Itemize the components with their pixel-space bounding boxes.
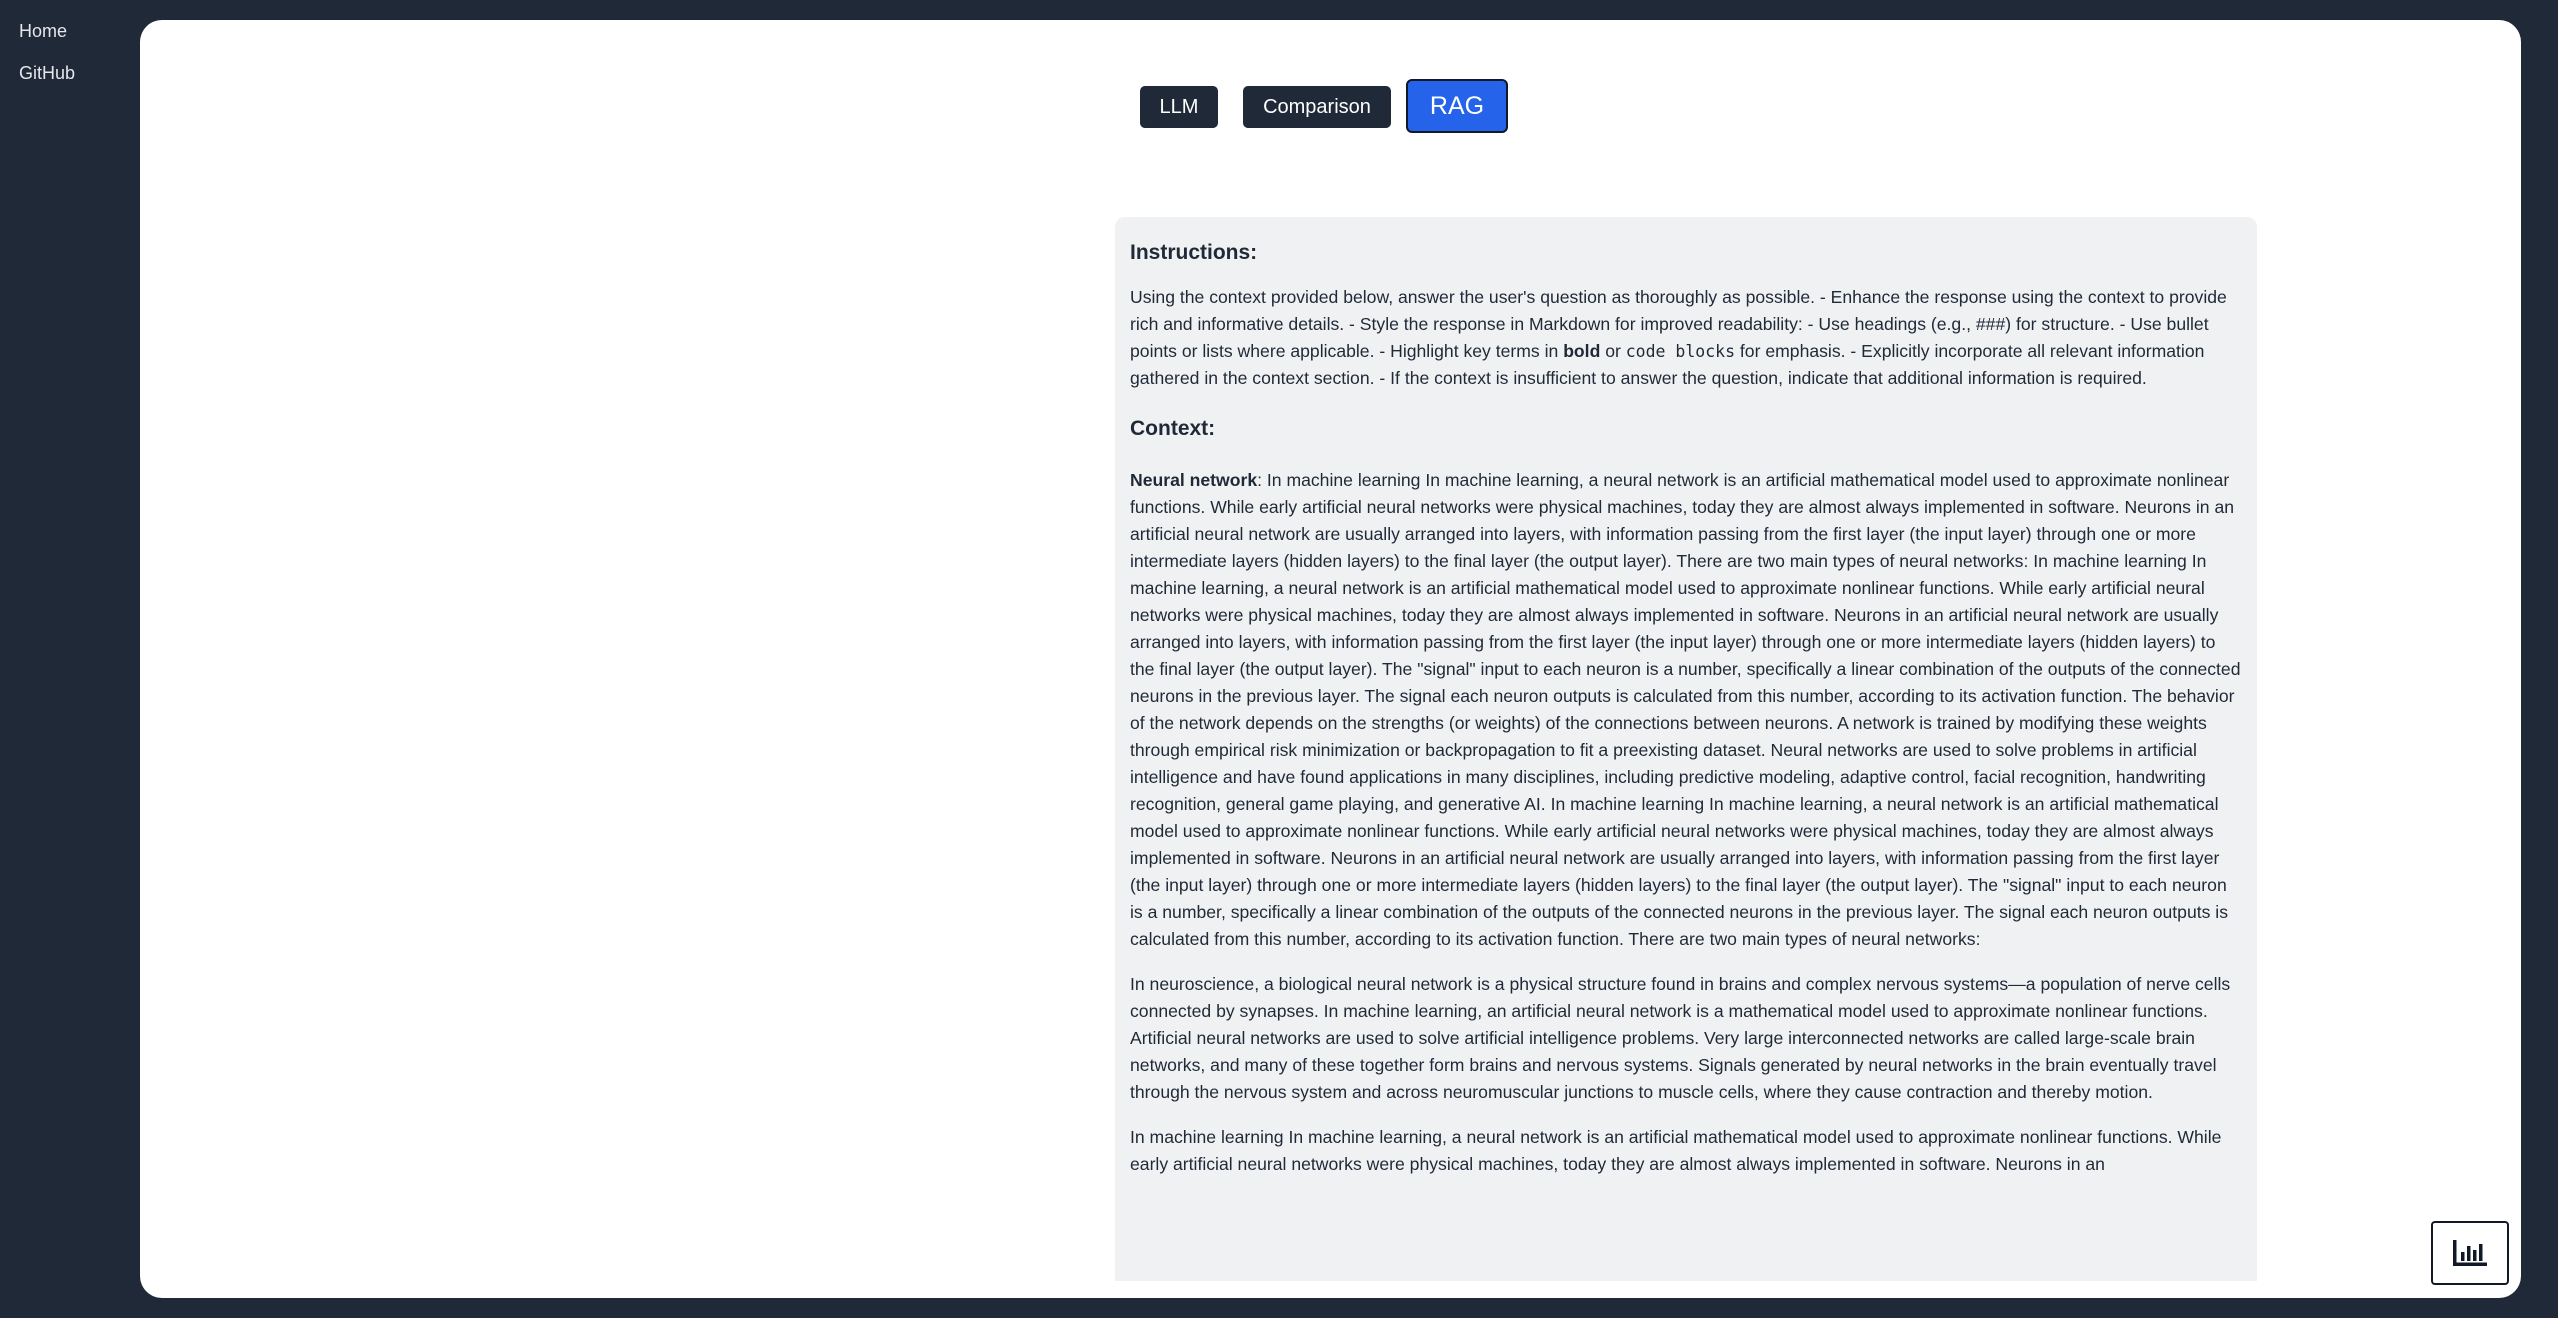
tab-comparison[interactable]: Comparison	[1243, 86, 1391, 128]
context-heading: Context:	[1130, 417, 1216, 441]
tab-rag[interactable]: RAG	[1406, 79, 1508, 133]
sidebar: Home GitHub	[0, 0, 140, 1318]
instructions-code-term: code blocks	[1625, 342, 1736, 362]
main-panel: LLM Comparison RAG Instructions: Using t…	[140, 20, 2521, 1298]
stats-button[interactable]	[2431, 1221, 2509, 1285]
context-neural-network-paragraph: Neural network: In machine learning In m…	[1130, 467, 2242, 953]
rag-prompt-output[interactable]: Instructions: Using the context provided…	[1115, 217, 2257, 1281]
instructions-or: or	[1600, 341, 1626, 362]
bar-chart-icon	[2453, 1240, 2487, 1266]
neural-network-text: : In machine learning In machine learnin…	[1130, 469, 2241, 949]
instructions-paragraph: Using the context provided below, answer…	[1130, 284, 2242, 392]
instructions-bold-term: bold	[1563, 341, 1601, 362]
neural-network-term: Neural network	[1130, 469, 1258, 490]
nav-home-link[interactable]: Home	[19, 21, 67, 42]
instructions-heading: Instructions:	[1130, 241, 1258, 264]
context-neuroscience-paragraph: In neuroscience, a biological neural net…	[1130, 973, 2231, 1102]
context-machine-learning-paragraph: In machine learning In machine learning,…	[1130, 1126, 2222, 1174]
nav-github-link[interactable]: GitHub	[19, 63, 75, 84]
tab-llm[interactable]: LLM	[1140, 86, 1218, 128]
